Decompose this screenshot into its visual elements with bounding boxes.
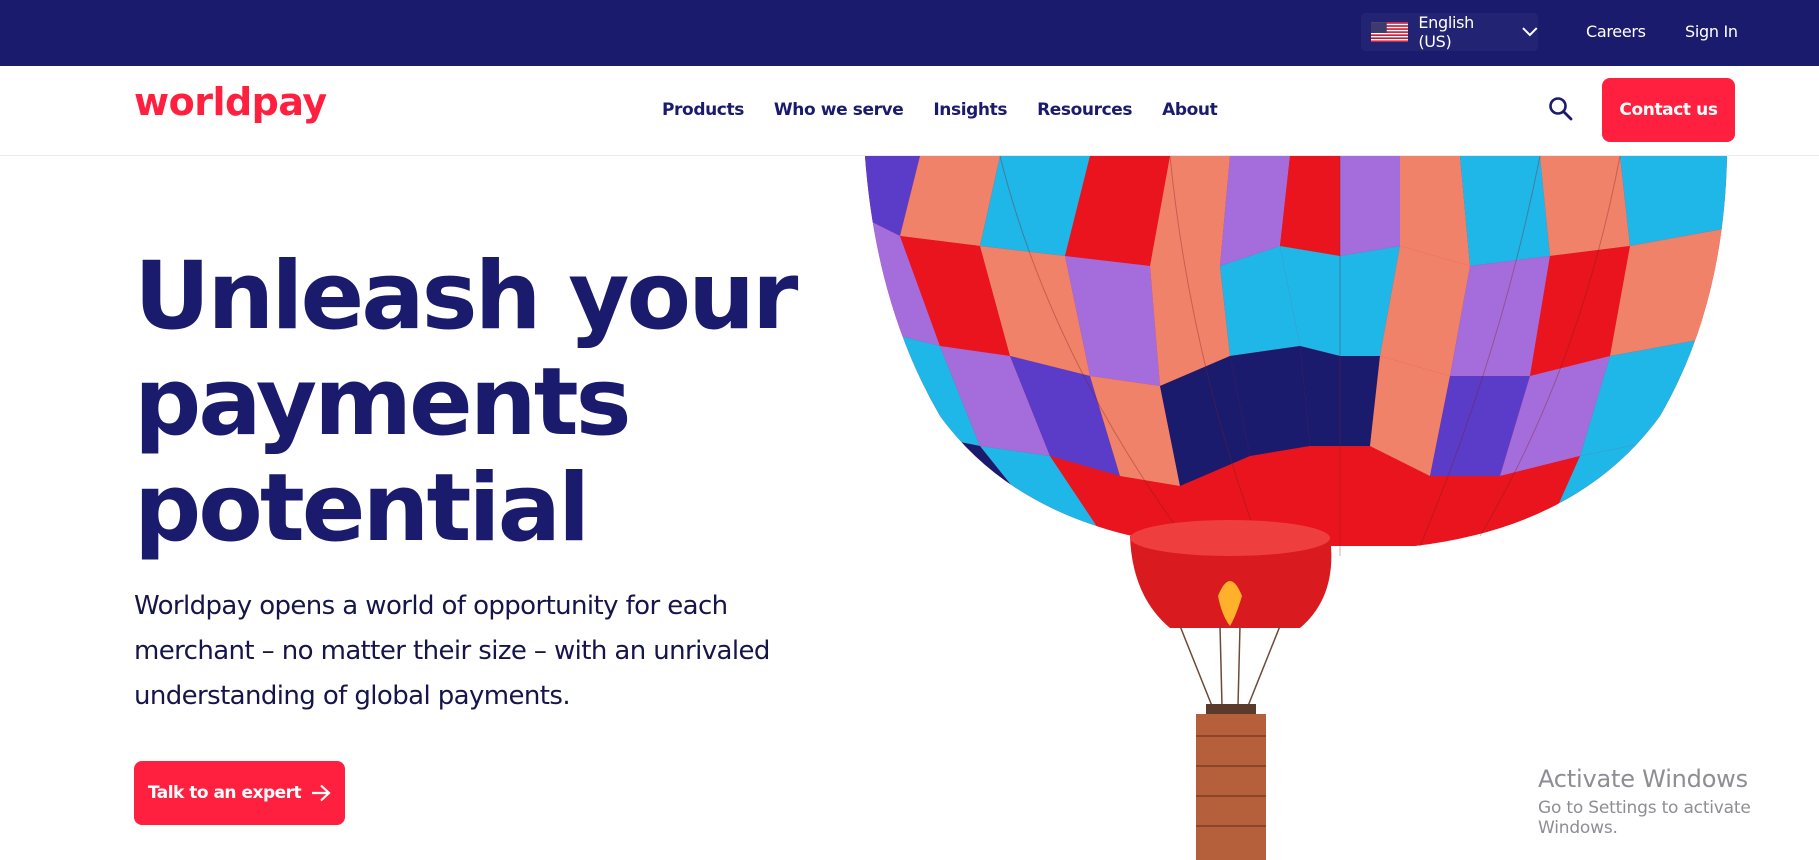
windows-activation-title: Activate Windows	[1538, 765, 1748, 793]
hero-title: Unleash your payments potential	[134, 242, 798, 563]
nav-insights[interactable]: Insights	[933, 100, 1007, 120]
page: English (US) Careers Sign In worldpay Pr…	[0, 0, 1819, 860]
hot-air-balloon-image	[865, 156, 1727, 860]
utility-bar: English (US) Careers Sign In	[0, 0, 1819, 66]
sign-in-link[interactable]: Sign In	[1685, 22, 1738, 41]
talk-to-expert-button[interactable]: Talk to an expert	[134, 761, 345, 825]
nav-about[interactable]: About	[1162, 100, 1218, 120]
arrow-right-icon	[312, 784, 331, 802]
nav-who-we-serve[interactable]: Who we serve	[774, 100, 904, 120]
language-label: English (US)	[1418, 13, 1475, 51]
language-selector[interactable]: English (US)	[1361, 13, 1538, 51]
windows-activation-subtitle: Go to Settings to activate Windows.	[1538, 798, 1751, 838]
main-nav: Products Who we serve Insights Resources…	[662, 100, 1247, 120]
nav-products[interactable]: Products	[662, 100, 744, 120]
careers-link[interactable]: Careers	[1586, 22, 1646, 41]
us-flag-icon	[1371, 22, 1409, 42]
worldpay-logo[interactable]: worldpay	[134, 83, 327, 121]
main-header: worldpay Products Who we serve Insights …	[0, 66, 1819, 156]
cta-label: Talk to an expert	[147, 783, 302, 803]
search-icon[interactable]	[1548, 96, 1574, 122]
chevron-down-icon	[1522, 27, 1538, 37]
contact-us-button[interactable]: Contact us	[1602, 78, 1735, 142]
hero-description: Worldpay opens a world of opportunity fo…	[134, 591, 770, 711]
nav-resources[interactable]: Resources	[1037, 100, 1132, 120]
